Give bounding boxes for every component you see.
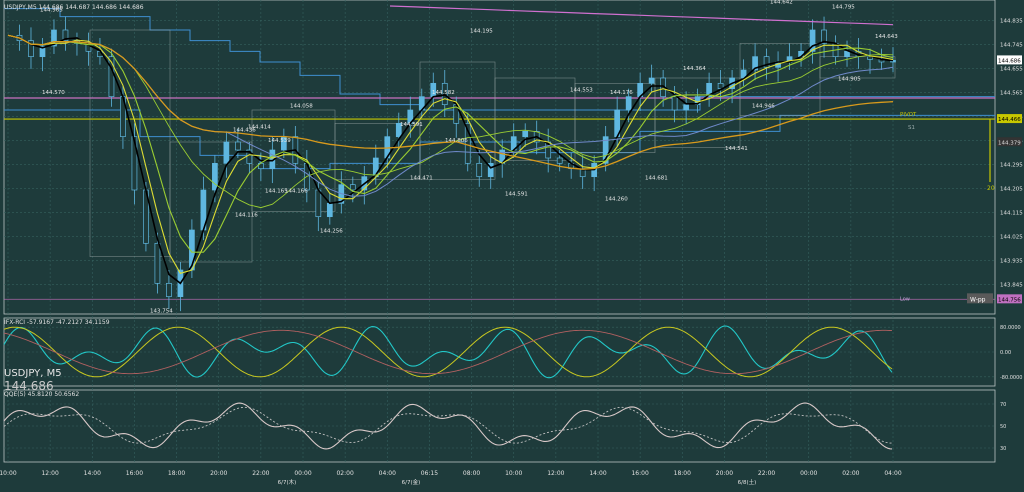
price-label: 144.414 xyxy=(248,125,271,131)
price-tag-label: 144.756 xyxy=(998,297,1021,303)
low-label: Low xyxy=(900,296,910,302)
price-label: 144.643 xyxy=(875,34,898,40)
range-label: 20 xyxy=(987,185,995,192)
date-label: 6/7(金) xyxy=(402,478,421,486)
price-label: 144.591 xyxy=(505,191,528,197)
y-tick-label: 144.205 xyxy=(1000,187,1023,193)
candle-body xyxy=(315,189,322,218)
candle-body xyxy=(166,282,172,298)
rci-y-tick: -80.0000 xyxy=(1000,375,1022,381)
candle-body xyxy=(349,184,356,191)
x-tick-label: 14:00 xyxy=(84,470,101,477)
pivot-label: PIVOT xyxy=(900,112,917,118)
candle-body xyxy=(522,130,529,138)
price-label: 144.806 xyxy=(445,138,468,144)
x-tick-label: 20:00 xyxy=(210,470,227,477)
candle-body xyxy=(648,77,655,84)
x-tick-label: 08:00 xyxy=(463,470,480,477)
y-tick-label: 144.295 xyxy=(1000,163,1023,169)
chart-background xyxy=(0,0,1024,492)
price-label: 143.754 xyxy=(150,309,173,315)
price-label: 144.256 xyxy=(320,229,343,235)
price-label: 144.471 xyxy=(410,175,433,181)
rci-y-tick: 80.0000 xyxy=(1000,325,1021,331)
y-tick-label: 144.115 xyxy=(1000,211,1023,217)
price-label: 144.058 xyxy=(290,103,313,109)
candle-body xyxy=(326,202,333,218)
y-tick-label: 144.565 xyxy=(1000,91,1023,97)
price-label: 144.166 xyxy=(285,189,308,195)
price-label: 144.260 xyxy=(605,197,628,203)
x-tick-label: 02:00 xyxy=(842,470,859,477)
price-label: 144.946 xyxy=(752,103,775,109)
price-label: 144.116 xyxy=(235,213,258,219)
w-pp-label: W-pp xyxy=(970,296,986,303)
x-tick-label: 16:00 xyxy=(631,470,648,477)
candle-body xyxy=(223,141,230,164)
qqe-y-tick: 30 xyxy=(1000,446,1006,452)
y-tick-label: 143.845 xyxy=(1000,283,1023,289)
candle-body xyxy=(683,104,689,111)
price-label: 144.795 xyxy=(832,5,855,11)
x-tick-label: 16:00 xyxy=(126,470,143,477)
candle-body xyxy=(844,50,850,58)
price-label: 144.553 xyxy=(570,87,593,93)
x-tick-label: 14:00 xyxy=(589,470,606,477)
y-tick-label: 144.655 xyxy=(1000,67,1023,73)
price-label: 144.642 xyxy=(770,0,793,5)
x-tick-label: 02:00 xyxy=(336,470,353,477)
x-tick-label: 06:15 xyxy=(421,470,438,477)
candle-body xyxy=(154,242,161,284)
y-tick-label: 143.935 xyxy=(1000,259,1023,265)
trading-chart: 10:00 12:00 14:00 16:00 18:00 20:00 22:00 00:00… xyxy=(0,0,1024,492)
price-label: 144.176 xyxy=(610,90,633,96)
price-label: 144.195 xyxy=(470,29,493,35)
price-label: 144.539 xyxy=(268,138,291,144)
y-tick-label: 144.835 xyxy=(1000,19,1023,25)
y-tick-label: 144.025 xyxy=(1000,235,1023,241)
x-tick-label: 18:00 xyxy=(674,470,691,477)
candle-body xyxy=(625,96,632,111)
x-tick-label: 00:00 xyxy=(800,470,817,477)
price-label: 144.591 xyxy=(400,122,423,128)
x-tick-label: 18:00 xyxy=(168,470,185,477)
price-label: 144.905 xyxy=(838,77,861,83)
price-tag-label: 144.379 xyxy=(998,140,1021,146)
x-tick-label: 22:00 xyxy=(252,470,269,477)
qqe-y-tick: 70 xyxy=(1000,402,1006,408)
price-label: 144.681 xyxy=(645,175,668,181)
candle-body xyxy=(671,96,678,111)
candle-body xyxy=(556,157,563,164)
rci-y-tick: 0.00 xyxy=(1000,350,1011,356)
rci-title: IFX-RCI -57.9167 -47.2127 34.1159 xyxy=(4,319,110,326)
symbol-big-label: USDJPY, M5 xyxy=(4,368,62,379)
date-label: 6/8(土) xyxy=(738,478,757,486)
price-tag-label: 144.466 xyxy=(998,117,1021,123)
symbol-header: USDJPY,M5 144.686 144.687 144.686 144.68… xyxy=(4,4,144,11)
x-tick-label: 04:00 xyxy=(884,470,901,477)
x-tick-label: 22:00 xyxy=(758,470,775,477)
price-tag-label: 144.686 xyxy=(998,58,1021,64)
price-label: 144.541 xyxy=(725,146,748,152)
x-tick-label: 20:00 xyxy=(716,470,733,477)
price-label: 144.582 xyxy=(432,90,455,96)
x-tick-label: 12:00 xyxy=(547,470,564,477)
x-tick-label: 04:00 xyxy=(379,470,396,477)
price-label: 144.570 xyxy=(42,90,65,96)
y-tick-label: 144.745 xyxy=(1000,43,1023,49)
x-tick-label: 10:00 xyxy=(505,470,522,477)
date-label: 6/7(木) xyxy=(278,478,297,486)
s1-label: S1 xyxy=(908,125,915,131)
price-label: 144.364 xyxy=(683,66,706,72)
qqe-y-tick: 50 xyxy=(1000,424,1006,430)
qqe-title: QQE(5) 45.8120 50.6562 xyxy=(4,391,79,398)
x-tick-label: 10:00 xyxy=(0,470,17,477)
candle-body xyxy=(212,162,218,191)
candle-body xyxy=(476,162,483,178)
x-tick-label: 12:00 xyxy=(41,470,58,477)
candle-body xyxy=(235,141,241,151)
x-tick-label: 00:00 xyxy=(294,470,311,477)
